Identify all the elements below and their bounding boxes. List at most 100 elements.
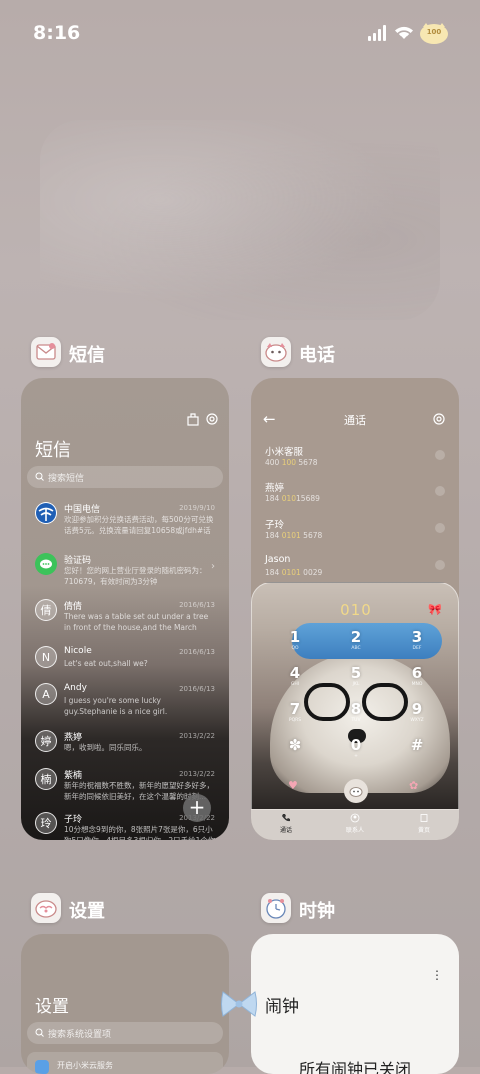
sms-thread[interactable]: 倩 倩倩 2016/6/13 There was a table set out… — [21, 597, 229, 641]
recent-call[interactable]: 燕婷 184 01015689 — [265, 480, 445, 510]
settings-gear-icon[interactable] — [432, 412, 446, 426]
dial-key-8[interactable]: 8 TUV — [341, 701, 371, 729]
thread-date: 2016/6/13 — [179, 648, 215, 656]
app-name-clock: 时钟 — [299, 901, 335, 922]
call-name: 子玲 — [265, 520, 285, 531]
cellular-signal-icon — [368, 25, 386, 41]
compose-icon[interactable] — [186, 412, 200, 426]
status-time: 8:16 — [33, 22, 81, 44]
sms-search-placeholder: 搜索短信 — [48, 474, 85, 484]
search-icon — [35, 472, 44, 481]
dial-key-2[interactable]: 2 ABC — [341, 629, 371, 657]
sms-app-card[interactable]: 短信 搜索短信 中国电信 2019/9/10 欢迎参加积分兑换话费活动，每500… — [21, 378, 229, 840]
settings-item-mi-cloud[interactable]: 开启小米云服务 — [27, 1052, 223, 1074]
recent-call[interactable]: Jason 184 0101 0029 — [265, 554, 445, 584]
bow-decoration-icon — [221, 991, 257, 1017]
app-name-phone: 电话 — [299, 345, 335, 366]
sms-search-input[interactable]: 搜索短信 — [27, 466, 223, 488]
recent-call[interactable]: 子玲 184 0101 5678 — [265, 517, 445, 547]
verification-chat-icon — [35, 553, 57, 575]
app-name-settings: 设置 — [69, 901, 105, 922]
app-name-sms: 短信 — [69, 345, 105, 366]
thread-preview: I guess you're some lucky guy.Stephanie … — [64, 696, 168, 716]
info-icon[interactable] — [435, 560, 445, 570]
settings-search-placeholder: 搜索系统设置项 — [48, 1030, 112, 1040]
dial-key-9[interactable]: 9 WXYZ — [402, 701, 432, 729]
settings-page-title: 设置 — [35, 997, 69, 1017]
thread-preview: There was a table set out under a tree i… — [64, 612, 209, 632]
call-name: Jason — [265, 554, 291, 565]
new-message-button[interactable]: + — [183, 794, 211, 822]
status-bar: 8:16 100 — [0, 0, 480, 64]
app-header-settings[interactable]: 设置 — [31, 893, 151, 927]
sms-thread[interactable]: 验证码 您好！您的网上营业厅登录的随机密码为：710679，有效时间为3分钟 › — [21, 551, 229, 595]
sms-page-title: 短信 — [35, 440, 71, 461]
sms-app-icon[interactable] — [31, 337, 61, 367]
flower-icon[interactable]: ✿ — [409, 779, 418, 792]
call-number: 184 01015689 — [265, 494, 320, 503]
info-icon[interactable] — [435, 486, 445, 496]
dial-key-5[interactable]: 5 JKL — [341, 665, 371, 693]
chevron-right-icon: › — [211, 561, 215, 572]
thread-name: Nicole — [64, 646, 92, 656]
call-number: 184 0101 0029 — [265, 568, 323, 577]
contact-avatar: 婷 — [35, 730, 57, 752]
contact-avatar: N — [35, 646, 57, 668]
info-icon[interactable] — [435, 450, 445, 460]
dial-key-6[interactable]: 6 MNO — [402, 665, 432, 693]
info-icon[interactable] — [435, 523, 445, 533]
app-header-sms[interactable]: 短信 — [31, 337, 151, 371]
app-header-clock[interactable]: 时钟 — [261, 893, 381, 927]
thread-name: Andy — [64, 683, 87, 693]
thread-preview: 您好！您的网上营业厅登录的随机密码为：710679，有效时间为3分钟 — [64, 566, 207, 586]
thread-date: 2019/9/10 — [179, 504, 215, 512]
thread-preview: 10分想念9到的你，8张照片7张是你，6只小狗5只像你，4根另多3根归你，2只手… — [64, 825, 215, 840]
yellow-pages-icon — [420, 814, 428, 822]
sms-thread[interactable]: 中国电信 2019/9/10 欢迎参加积分兑换话费活动，每500分可兑换话费5元… — [21, 500, 229, 544]
phone-tab-bar: 通话 联系人 黄页 — [251, 810, 459, 840]
tab-yellow-pages[interactable]: 黄页 — [394, 813, 454, 834]
call-name: 小米客服 — [265, 447, 304, 458]
thread-date: 2013/2/22 — [179, 732, 215, 740]
settings-app-icon[interactable] — [31, 893, 61, 923]
blurred-wallpaper — [40, 120, 440, 320]
contact-avatar: A — [35, 683, 57, 705]
thread-date: 2016/6/13 — [179, 601, 215, 609]
dial-key-star[interactable]: ✽ — [280, 737, 310, 765]
recent-call[interactable]: 小米客服 400 100 5678 — [265, 444, 445, 474]
more-options-icon[interactable]: ⋮ — [431, 968, 443, 982]
settings-search-input[interactable]: 搜索系统设置项 — [27, 1022, 223, 1044]
clock-app-icon[interactable] — [261, 893, 291, 923]
tab-calls[interactable]: 通话 — [256, 813, 316, 834]
thread-preview: 欢迎参加积分兑换话费活动，每500分可兑换话费5元。兑换流量请回复10658或j… — [64, 515, 214, 535]
clock-page-title: 闹钟 — [265, 997, 299, 1017]
call-button[interactable] — [344, 779, 368, 803]
dialpad-panel[interactable]: 010 🎀 1 QO 2 ABC 3 DEF 4 GHI 5 JKL 6 MNO 7 PQRS… — [251, 582, 459, 810]
settings-app-card[interactable]: 设置 搜索系统设置项 开启小米云服务 — [21, 934, 229, 1074]
sms-thread[interactable]: A Andy 2016/6/13 I guess you're some luc… — [21, 681, 229, 725]
dial-key-hash[interactable]: # — [402, 737, 432, 765]
thread-date: 2016/6/13 — [179, 685, 215, 693]
tab-contacts[interactable]: 联系人 — [325, 813, 385, 834]
clock-app-card[interactable]: ⋮ 闹钟 所有闹钟已关闭 — [251, 934, 459, 1074]
alarm-status-text: 所有闹钟已关闭 — [298, 1060, 411, 1074]
dial-key-3[interactable]: 3 DEF — [402, 629, 432, 657]
app-header-phone[interactable]: 电话 — [261, 337, 381, 371]
phone-app-card[interactable]: ← 通话 小米客服 400 100 5678 燕婷 184 01015689 子… — [251, 378, 459, 840]
battery-icon: 100 — [419, 22, 449, 44]
call-number: 184 0101 5678 — [265, 531, 323, 540]
phone-app-icon[interactable] — [261, 337, 291, 367]
dial-key-1[interactable]: 1 QO — [280, 629, 310, 657]
settings-gear-icon[interactable] — [205, 412, 219, 426]
dial-key-0[interactable]: 0 + — [341, 737, 371, 765]
phone-page-title: 通话 — [344, 414, 366, 427]
call-name: 燕婷 — [265, 483, 285, 494]
dial-key-4[interactable]: 4 GHI — [280, 665, 310, 693]
cloud-icon — [35, 1060, 49, 1074]
contact-avatar: 倩 — [35, 599, 57, 621]
call-dog-icon — [349, 787, 363, 797]
contact-avatar: 楠 — [35, 768, 57, 790]
dial-key-7[interactable]: 7 PQRS — [280, 701, 310, 729]
phone-icon — [282, 814, 290, 822]
heart-icon[interactable]: ♥ — [288, 779, 298, 792]
